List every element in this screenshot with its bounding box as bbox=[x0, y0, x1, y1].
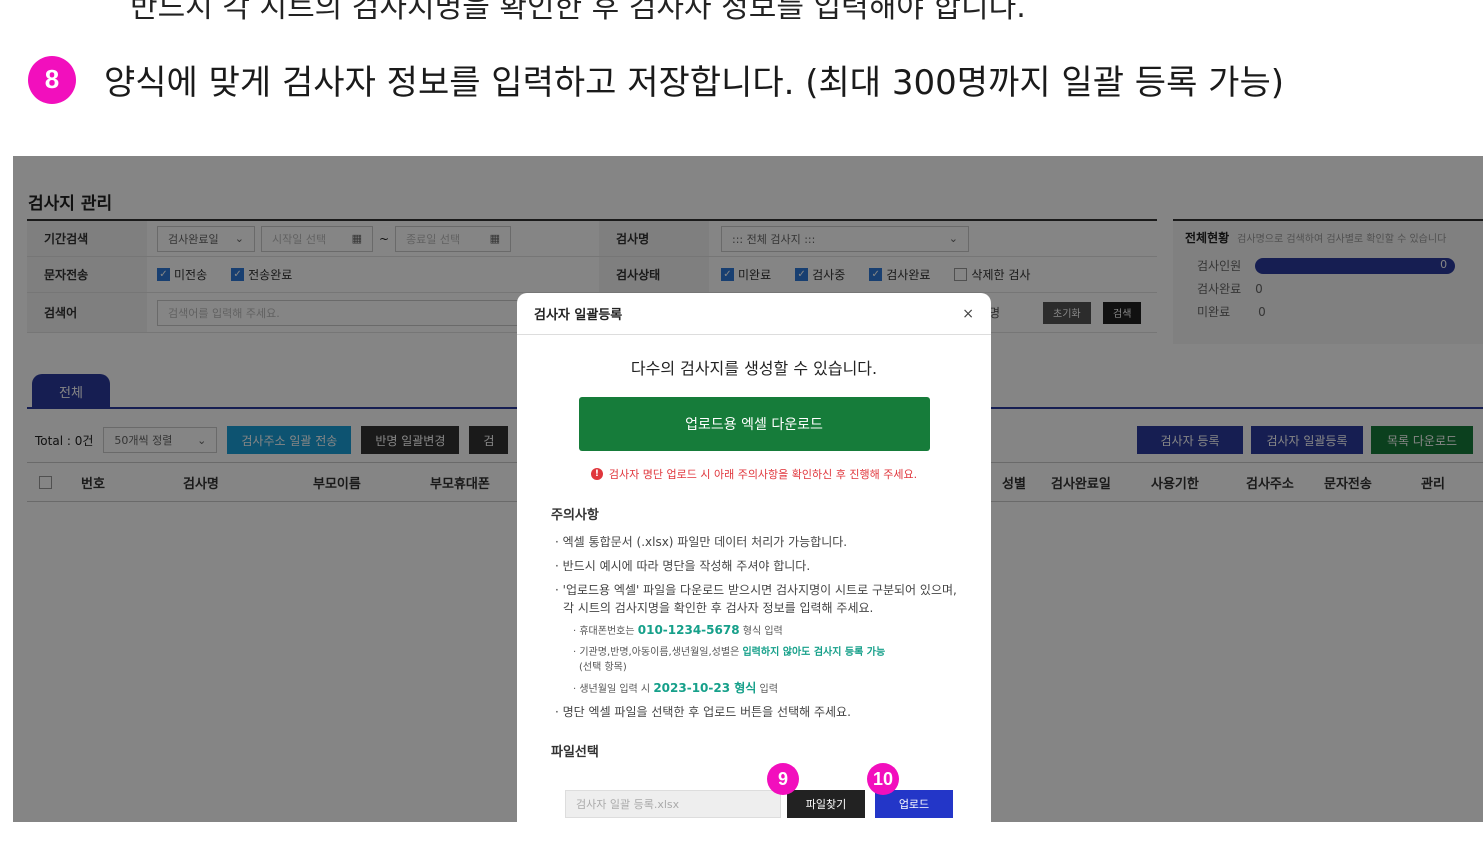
file-name-input[interactable]: 검사자 일괄 등록.xlsx bbox=[565, 790, 781, 818]
note-text: 엑셀 통합문서 (.xlsx) 파일만 데이터 처리가 가능합니다. bbox=[562, 535, 848, 549]
modal-title: 검사자 일괄등록 bbox=[534, 308, 623, 323]
alert-icon: ! bbox=[590, 468, 603, 480]
note-item: · 명단 엑셀 파일을 선택한 후 업로드 버튼을 선택해 주세요. bbox=[555, 705, 851, 719]
guide-step-8: 8 양식에 맞게 검사자 정보를 입력하고 저장합니다. (최대 300명까지 … bbox=[28, 55, 1284, 104]
subnote-highlight: 2023-10-23 형식 bbox=[653, 681, 757, 695]
callout-badge-10: 10 bbox=[867, 763, 899, 795]
subnote-item: · 생년월일 입력 시 2023-10-23 형식 입력 bbox=[573, 681, 778, 695]
subnote-text: 휴대폰번호는 bbox=[579, 626, 635, 637]
notes-section: 주의사항 · 엑셀 통합문서 (.xlsx) 파일만 데이터 처리가 가능합니다… bbox=[517, 504, 991, 721]
modal-subtitle: 다수의 검사지를 생성할 수 있습니다. bbox=[630, 359, 878, 378]
subnote-item: · 휴대폰번호는 010-1234-5678 형식 입력 bbox=[573, 623, 783, 637]
subnote-text: 생년월일 입력 시 bbox=[579, 684, 651, 695]
warning-message: ! 검사자 명단 업로드 시 아래 주의사항을 확인하신 후 진행해 주세요. bbox=[517, 466, 991, 482]
note-item: · '업로드용 엑셀' 파일을 다운로드 받으시면 검사지명이 시트로 구분되어… bbox=[555, 583, 957, 615]
close-icon[interactable]: × bbox=[962, 306, 974, 322]
subnote-highlight: 입력하지 않아도 검사지 등록 가능 bbox=[742, 647, 886, 658]
callout-badge-9: 9 bbox=[767, 763, 799, 795]
subnote-highlight: 010-1234-5678 bbox=[637, 623, 740, 637]
subnote-text: 기관명,반명,아동이름,생년월일,성별은 bbox=[579, 647, 740, 658]
subnote-text: 입력 bbox=[759, 684, 778, 695]
note-item: · 엑셀 통합문서 (.xlsx) 파일만 데이터 처리가 가능합니다. bbox=[555, 535, 848, 549]
notes-title: 주의사항 bbox=[551, 508, 599, 523]
subnote-text: 형식 입력 bbox=[742, 626, 783, 637]
note-text: 반드시 예시에 따라 명단을 작성해 주셔야 합니다. bbox=[562, 559, 811, 573]
note-item: · 반드시 예시에 따라 명단을 작성해 주셔야 합니다. bbox=[555, 559, 811, 573]
note-text: '업로드용 엑셀' 파일을 다운로드 받으시면 검사지명이 시트로 구분되어 있… bbox=[562, 583, 957, 615]
step-number-badge: 8 bbox=[28, 55, 76, 104]
guide-previous-text: 반드시 각 시트의 검사지명을 확인한 후 검사자 정보를 입력해야 합니다. bbox=[130, 0, 1026, 25]
find-file-button[interactable]: 파일찾기 bbox=[787, 790, 865, 818]
bulk-register-modal: 검사자 일괄등록 × 다수의 검사지를 생성할 수 있습니다. 업로드용 엑셀 … bbox=[517, 293, 991, 853]
download-excel-button[interactable]: 업로드용 엑셀 다운로드 bbox=[578, 397, 930, 451]
file-select-title: 파일선택 bbox=[551, 745, 599, 760]
warning-text: 검사자 명단 업로드 시 아래 주의사항을 확인하신 후 진행해 주세요. bbox=[608, 468, 918, 481]
modal-header: 검사자 일괄등록 × bbox=[517, 293, 991, 335]
file-select-row: 검사자 일괄 등록.xlsx 파일찾기 업로드 bbox=[565, 790, 953, 818]
note-text: 명단 엑셀 파일을 선택한 후 업로드 버튼을 선택해 주세요. bbox=[562, 705, 851, 719]
subnote-item: · 기관명,반명,아동이름,생년월일,성별은 입력하지 않아도 검사지 등록 가… bbox=[573, 647, 886, 673]
step-instruction: 양식에 맞게 검사자 정보를 입력하고 저장합니다. (최대 300명까지 일괄… bbox=[104, 63, 1284, 103]
subnote-text: (선택 항목) bbox=[579, 662, 627, 673]
